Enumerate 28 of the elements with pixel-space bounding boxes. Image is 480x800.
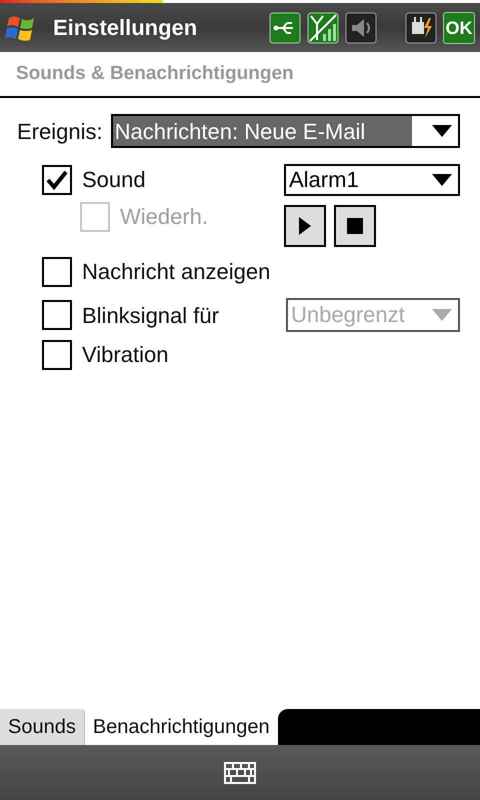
tab[interactable]: Sounds bbox=[0, 709, 85, 745]
play-button[interactable] bbox=[284, 205, 326, 247]
stop-button[interactable] bbox=[334, 205, 376, 247]
checkbox[interactable] bbox=[42, 164, 72, 194]
window-title: Einstellungen bbox=[53, 14, 198, 42]
event-label: Ereignis: bbox=[17, 118, 103, 146]
checkbox[interactable] bbox=[42, 300, 72, 330]
stop-icon bbox=[347, 218, 363, 234]
caret-icon bbox=[432, 309, 452, 321]
ok-button[interactable]: OK bbox=[443, 12, 475, 44]
checkbox-label: Vibration bbox=[82, 341, 168, 369]
caret-icon bbox=[432, 174, 452, 186]
checkbox-label: Wiederh. bbox=[120, 203, 208, 231]
plug-icon[interactable] bbox=[405, 12, 437, 44]
usb-icon[interactable] bbox=[269, 12, 301, 44]
dropdown[interactable]: Alarm1 bbox=[284, 164, 460, 196]
signal-icon[interactable] bbox=[307, 12, 339, 44]
caret-icon bbox=[432, 125, 452, 137]
event-dropdown[interactable]: Nachrichten: Neue E-Mail bbox=[110, 114, 460, 148]
checkbox[interactable] bbox=[42, 256, 72, 286]
checkbox[interactable] bbox=[42, 340, 72, 370]
checkbox-label: Nachricht anzeigen bbox=[82, 258, 270, 286]
keyboard-icon[interactable] bbox=[224, 762, 256, 784]
speaker-icon[interactable] bbox=[345, 12, 377, 44]
play-icon bbox=[299, 217, 311, 235]
checkbox-label: Blinksignal für bbox=[82, 302, 219, 330]
page-title: Sounds & Benachrichtigungen bbox=[16, 62, 294, 86]
checkbox-label: Sound bbox=[82, 166, 146, 194]
